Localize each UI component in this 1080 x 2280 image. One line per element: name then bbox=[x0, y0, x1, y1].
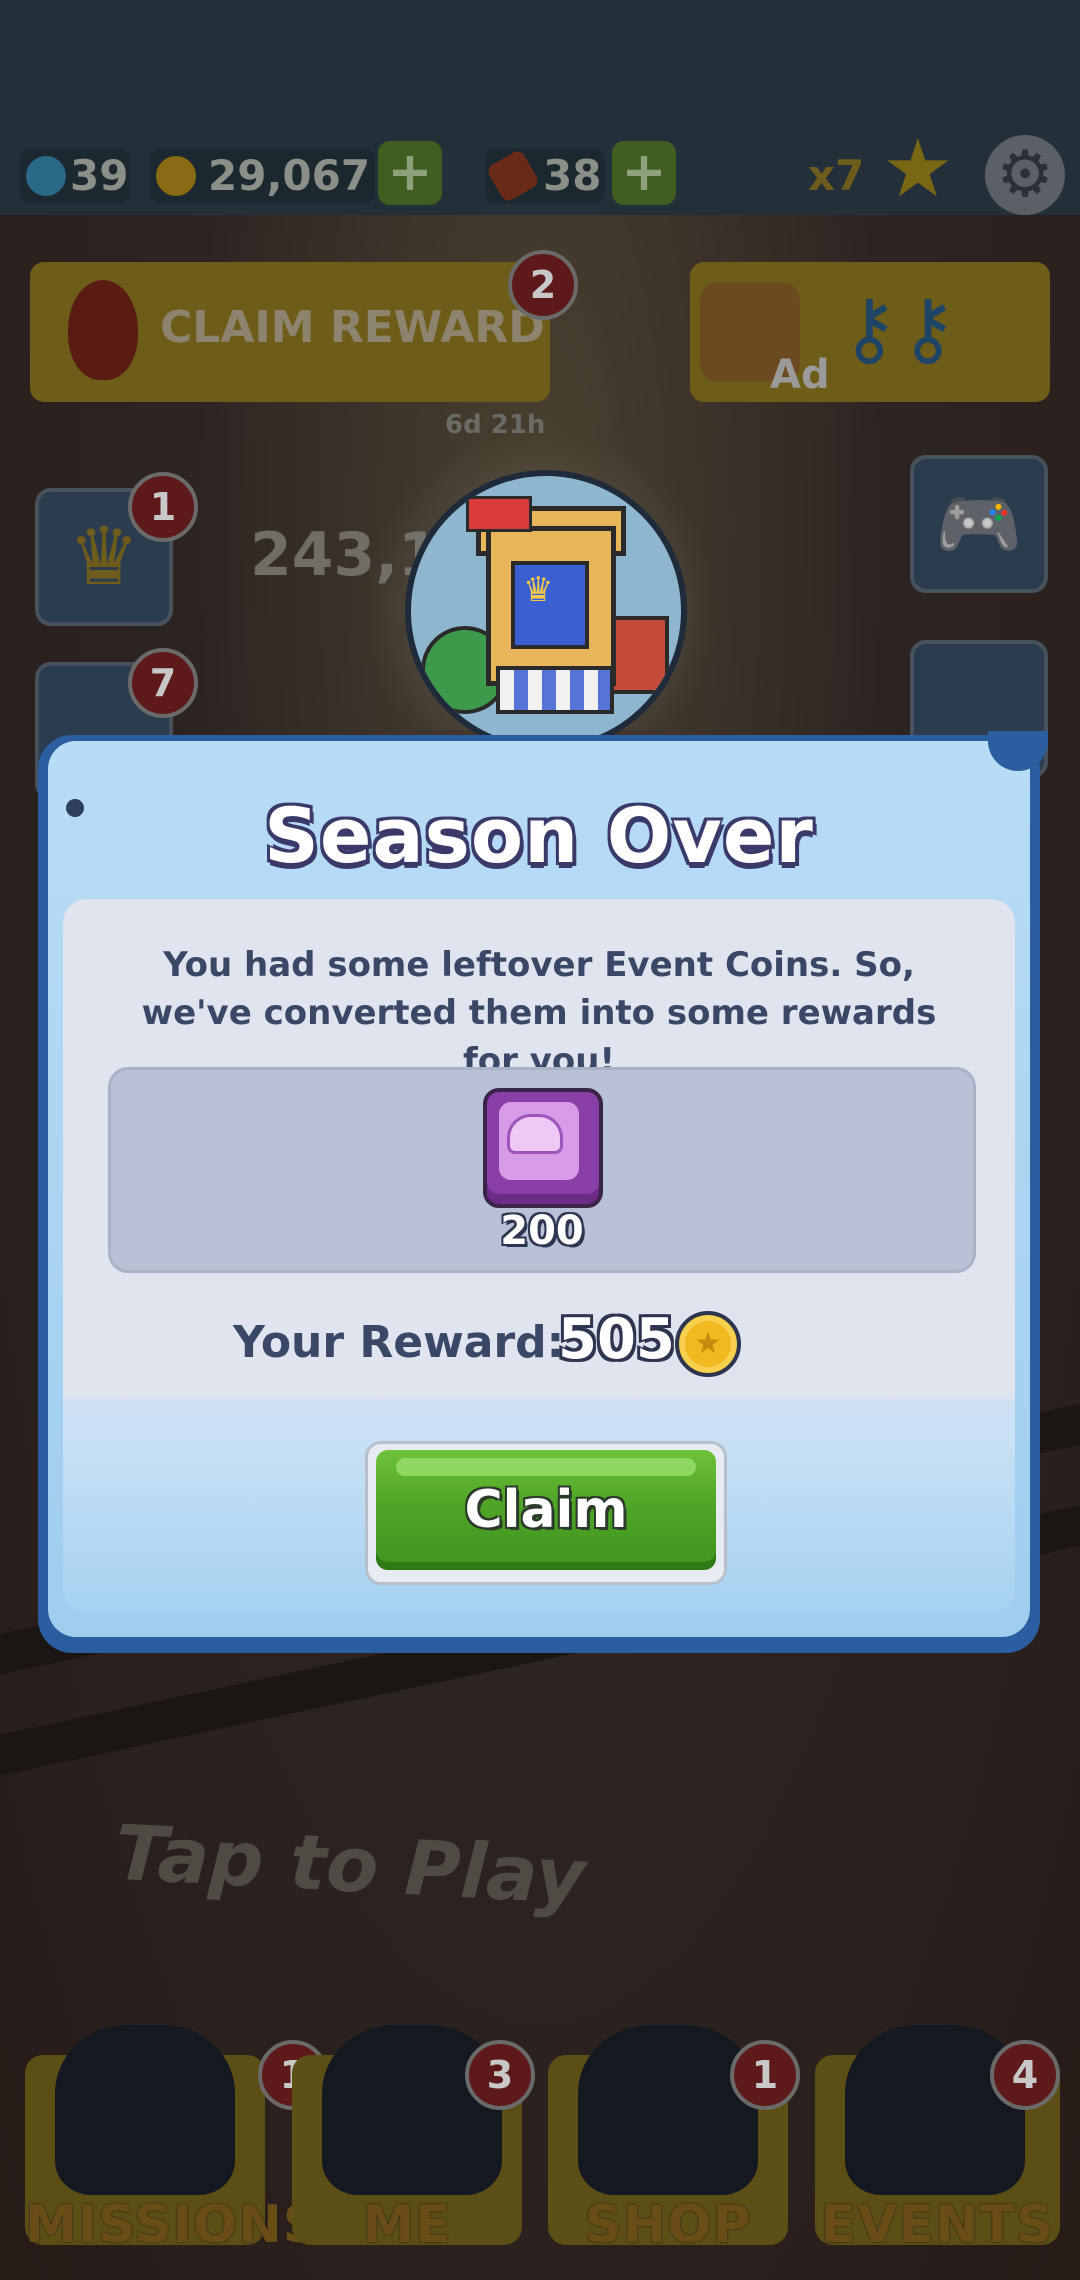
controller-button[interactable]: 🎮 bbox=[910, 455, 1048, 593]
dialog-content: You had some leftover Event Coins. So, w… bbox=[63, 899, 1015, 1613]
keys-counter: 39 bbox=[20, 148, 130, 204]
star-icon[interactable]: ★ bbox=[882, 129, 960, 209]
coins-counter: 29,067 bbox=[150, 148, 375, 204]
watch-ad-button[interactable]: Ad ⚷⚷ bbox=[690, 262, 1050, 402]
cap-token-icon bbox=[483, 1088, 603, 1208]
nav-missions-label: MISSIONS bbox=[25, 2195, 322, 2255]
nav-events-badge: 4 bbox=[990, 2040, 1060, 2110]
claim-reward-label: CLAIM REWARD bbox=[160, 302, 545, 353]
item-count: 200 bbox=[500, 1208, 584, 1254]
crown-badge: 1 bbox=[128, 472, 198, 542]
coins-value: 29,067 bbox=[208, 151, 371, 200]
nav-me-badge: 3 bbox=[465, 2040, 535, 2110]
keys-reward-icon: ⚷⚷ bbox=[840, 282, 958, 375]
gamepad-icon: 🎮 bbox=[935, 483, 1023, 565]
boards-counter: 38 bbox=[485, 148, 605, 204]
settings-gear-icon[interactable]: ⚙ bbox=[985, 135, 1065, 215]
dialog-body: Season Over You had some leftover Event … bbox=[48, 741, 1030, 1637]
nav-shop-badge: 1 bbox=[730, 2040, 800, 2110]
flame-icon bbox=[68, 280, 138, 380]
button-shine bbox=[396, 1458, 696, 1476]
your-reward-value: 505 bbox=[558, 1307, 675, 1372]
nav-events-label: EVENTS bbox=[820, 2195, 1055, 2255]
season-over-dialog: Season Over You had some leftover Event … bbox=[38, 731, 1048, 1653]
dialog-message: You had some leftover Event Coins. So, w… bbox=[141, 945, 937, 1081]
nav-me-label: ME bbox=[362, 2195, 452, 2255]
cap-icon bbox=[507, 1114, 563, 1154]
missions-silhouette-icon bbox=[55, 2025, 235, 2195]
claim-button-face: Claim bbox=[376, 1450, 716, 1570]
reward-items-box: 200 bbox=[108, 1067, 976, 1273]
ad-label: Ad bbox=[770, 352, 830, 398]
your-reward-label: Your Reward: bbox=[233, 1317, 565, 1368]
hoverboard-icon bbox=[485, 148, 541, 204]
key-icon bbox=[26, 156, 66, 196]
events-silhouette-icon bbox=[845, 2025, 1025, 2195]
multiplier-value: x7 bbox=[808, 151, 865, 200]
crown-icon: ♛ bbox=[523, 570, 554, 610]
season-castle-emblem: ♛ bbox=[405, 470, 687, 752]
claim-reward-button[interactable]: CLAIM REWARD bbox=[30, 262, 550, 402]
nav-shop-label: SHOP bbox=[584, 2195, 752, 2255]
keys-value: 39 bbox=[70, 151, 129, 200]
nav-missions[interactable]: MISSIONS bbox=[25, 2025, 320, 2255]
news-badge: 7 bbox=[128, 648, 198, 718]
boards-value: 38 bbox=[543, 151, 602, 200]
claim-button[interactable]: Claim bbox=[365, 1441, 727, 1585]
your-reward-row: Your Reward: 505 ★ bbox=[63, 1307, 1015, 1377]
dialog-title: Season Over bbox=[264, 791, 814, 880]
coin-icon: ★ bbox=[675, 1311, 741, 1377]
add-boards-button[interactable]: + bbox=[612, 141, 676, 205]
claim-button-label: Claim bbox=[464, 1480, 628, 1540]
awning-shape bbox=[496, 666, 614, 714]
shop-silhouette-icon bbox=[578, 2025, 758, 2195]
coin-icon bbox=[156, 156, 196, 196]
flag-shape bbox=[466, 496, 532, 532]
claim-reward-badge: 2 bbox=[508, 250, 578, 320]
add-coins-button[interactable]: + bbox=[378, 141, 442, 205]
